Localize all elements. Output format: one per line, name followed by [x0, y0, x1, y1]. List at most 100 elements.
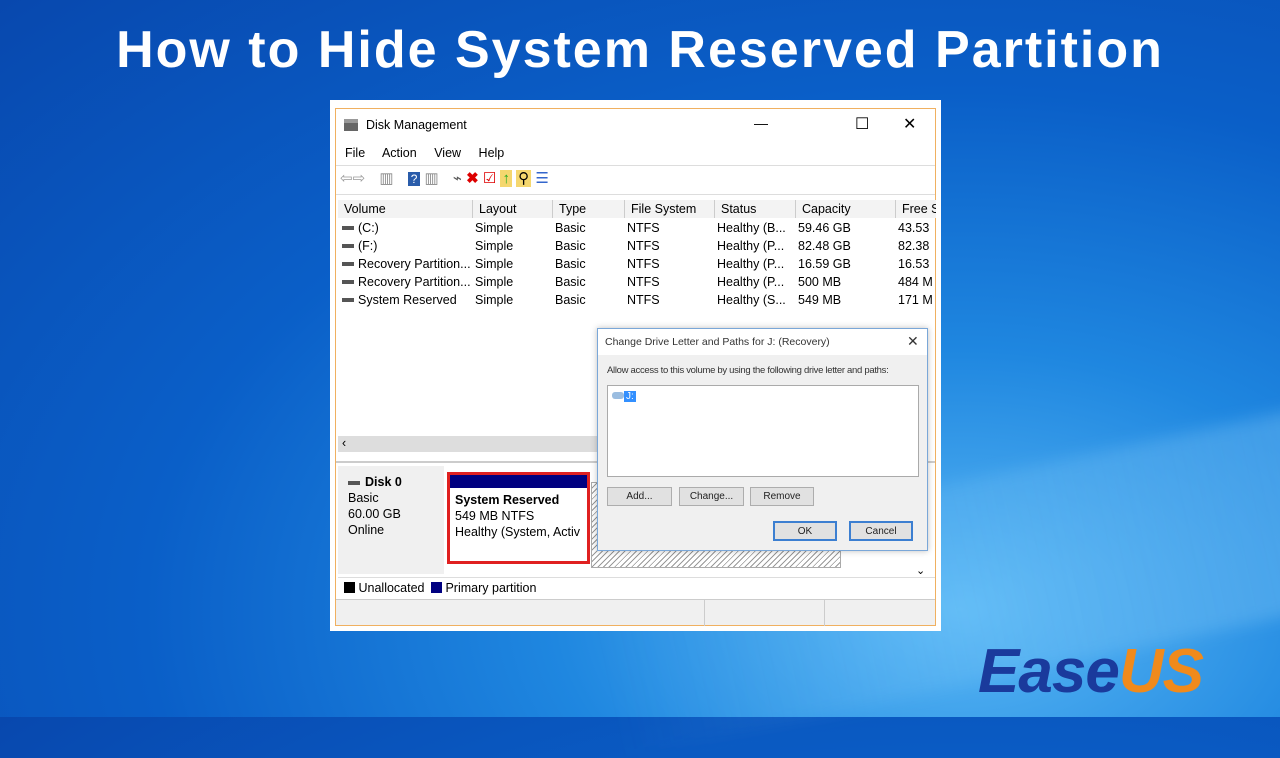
close-button[interactable]: ✕	[903, 114, 916, 134]
cell: Simple	[475, 293, 514, 307]
volume-row[interactable]: Recovery Partition... Simple Basic NTFS Heal…	[338, 255, 935, 273]
cell: 484 M	[898, 275, 933, 289]
disk-type: Basic	[348, 491, 379, 505]
cell: NTFS	[627, 275, 660, 289]
partition-name: System Reserved	[455, 493, 560, 507]
add-button[interactable]: Add...	[607, 487, 672, 506]
menu-action[interactable]: Action	[382, 146, 417, 160]
primary-swatch	[430, 582, 442, 593]
logo-us: US	[1118, 637, 1204, 706]
disk-name: Disk 0	[365, 475, 402, 489]
cell: Recovery Partition...	[358, 275, 471, 289]
cell: 500 MB	[798, 275, 842, 289]
dialog-close-button[interactable]: ✕	[907, 333, 919, 350]
change-button[interactable]: Change...	[679, 487, 744, 506]
scroll-left-icon[interactable]: ‹	[338, 436, 346, 450]
partition-status: Healthy (System, Activ	[455, 525, 581, 539]
cell: Simple	[475, 275, 514, 289]
minimize-button[interactable]: —	[754, 115, 768, 131]
action-pane-icon[interactable]: ▥	[425, 170, 439, 187]
menu-view[interactable]: View	[434, 146, 461, 160]
cell: NTFS	[627, 293, 660, 307]
primary-partition-bar	[450, 475, 587, 488]
dialog-title: Change Drive Letter and Paths for J: (Re…	[605, 336, 830, 348]
remove-button[interactable]: Remove	[750, 487, 814, 506]
volume-row[interactable]: Recovery Partition... Simple Basic NTFS Heal…	[338, 273, 935, 291]
maximize-button[interactable]: ☐	[855, 114, 869, 134]
cell: Simple	[475, 257, 514, 271]
connect-icon[interactable]: ⌁	[453, 170, 462, 187]
horizontal-scrollbar[interactable]: ‹	[338, 436, 598, 452]
toolbar: ⇦⇨ ▥ ? ▥ ⌁ ✖ ☑ ↑ ⚲ ☰	[336, 165, 935, 195]
disk-icon	[348, 480, 360, 485]
partition-size: 549 MB NTFS	[455, 509, 535, 523]
unallocated-swatch	[344, 582, 355, 593]
volume-row[interactable]: (C:) Simple Basic NTFS Healthy (B... 59.46 GB…	[338, 219, 935, 237]
col-file-system[interactable]: File System	[625, 200, 715, 218]
list-icon[interactable]: ☰	[535, 170, 548, 187]
cell: Healthy (P...	[717, 275, 785, 289]
dialog-prompt: Allow access to this volume by using the…	[607, 365, 889, 376]
cell: Recovery Partition...	[358, 257, 471, 271]
cancel-button[interactable]: Cancel	[849, 521, 913, 541]
col-free-space[interactable]: Free S	[896, 200, 936, 218]
cell: Healthy (B...	[717, 221, 786, 235]
legend: Unallocated Primary partition	[338, 577, 935, 597]
legend-primary: Primary partition	[445, 581, 537, 595]
col-type[interactable]: Type	[553, 200, 625, 218]
folder-up-icon[interactable]: ↑	[500, 170, 512, 187]
logo-ease: Ease	[978, 637, 1120, 706]
cell: NTFS	[627, 221, 660, 235]
path-item-label: J:	[624, 391, 636, 402]
cell: Simple	[475, 239, 514, 253]
scroll-down-icon[interactable]: ⌄	[916, 564, 925, 577]
col-layout[interactable]: Layout	[473, 200, 553, 218]
delete-icon[interactable]: ✖	[466, 170, 479, 187]
ok-button[interactable]: OK	[773, 521, 837, 541]
properties-icon[interactable]: ☑	[483, 170, 496, 187]
cell: 171 M	[898, 293, 933, 307]
cell: Basic	[555, 257, 586, 271]
volume-row[interactable]: System Reserved Simple Basic NTFS Healthy (S…	[338, 291, 935, 309]
back-icon[interactable]: ⇦	[340, 170, 353, 187]
cell: NTFS	[627, 257, 660, 271]
disk-info[interactable]: Disk 0 Basic 60.00 GB Online	[338, 466, 444, 574]
drive-icon	[342, 262, 354, 266]
menu-help[interactable]: Help	[479, 146, 505, 160]
cell: 82.48 GB	[798, 239, 851, 253]
paths-listbox[interactable]: J:	[607, 385, 919, 477]
drive-icon	[342, 226, 354, 230]
cell: Basic	[555, 293, 586, 307]
disk-management-icon	[344, 119, 358, 131]
col-capacity[interactable]: Capacity	[796, 200, 896, 218]
volume-table-header: Volume Layout Type File System Status Ca…	[338, 200, 936, 218]
disk-size: 60.00 GB	[348, 507, 401, 521]
cell: (F:)	[358, 239, 378, 253]
volume-row[interactable]: (F:) Simple Basic NTFS Healthy (P... 82.48 GB…	[338, 237, 935, 255]
cell: 16.53	[898, 257, 930, 271]
change-drive-letter-dialog: Change Drive Letter and Paths for J: (Re…	[597, 328, 928, 551]
cell: 43.53	[898, 221, 930, 235]
path-item[interactable]: J:	[612, 391, 636, 402]
forward-icon[interactable]: ⇨	[353, 170, 366, 187]
col-volume[interactable]: Volume	[338, 200, 473, 218]
cell: Basic	[555, 239, 586, 253]
menu-file[interactable]: File	[345, 146, 365, 160]
cell: Healthy (P...	[717, 257, 785, 271]
search-icon[interactable]: ⚲	[516, 170, 532, 187]
cell: 82.38	[898, 239, 930, 253]
cell: 549 MB	[798, 293, 842, 307]
cell: 16.59 GB	[798, 257, 851, 271]
drive-icon	[612, 392, 624, 399]
cell: Healthy (P...	[717, 239, 785, 253]
cell: Basic	[555, 221, 586, 235]
cell: Basic	[555, 275, 586, 289]
help-icon[interactable]: ?	[407, 172, 421, 186]
system-reserved-partition[interactable]: System Reserved 549 MB NTFS Healthy (Sys…	[447, 472, 590, 564]
col-status[interactable]: Status	[715, 200, 796, 218]
window-title: Disk Management	[366, 118, 467, 132]
menu-bar: File Action View Help	[345, 146, 518, 160]
console-tree-icon[interactable]: ▥	[379, 170, 393, 187]
legend-unallocated: Unallocated	[358, 581, 425, 595]
screenshot-frame: Disk Management — ☐ ✕ File Action View H…	[330, 100, 941, 631]
